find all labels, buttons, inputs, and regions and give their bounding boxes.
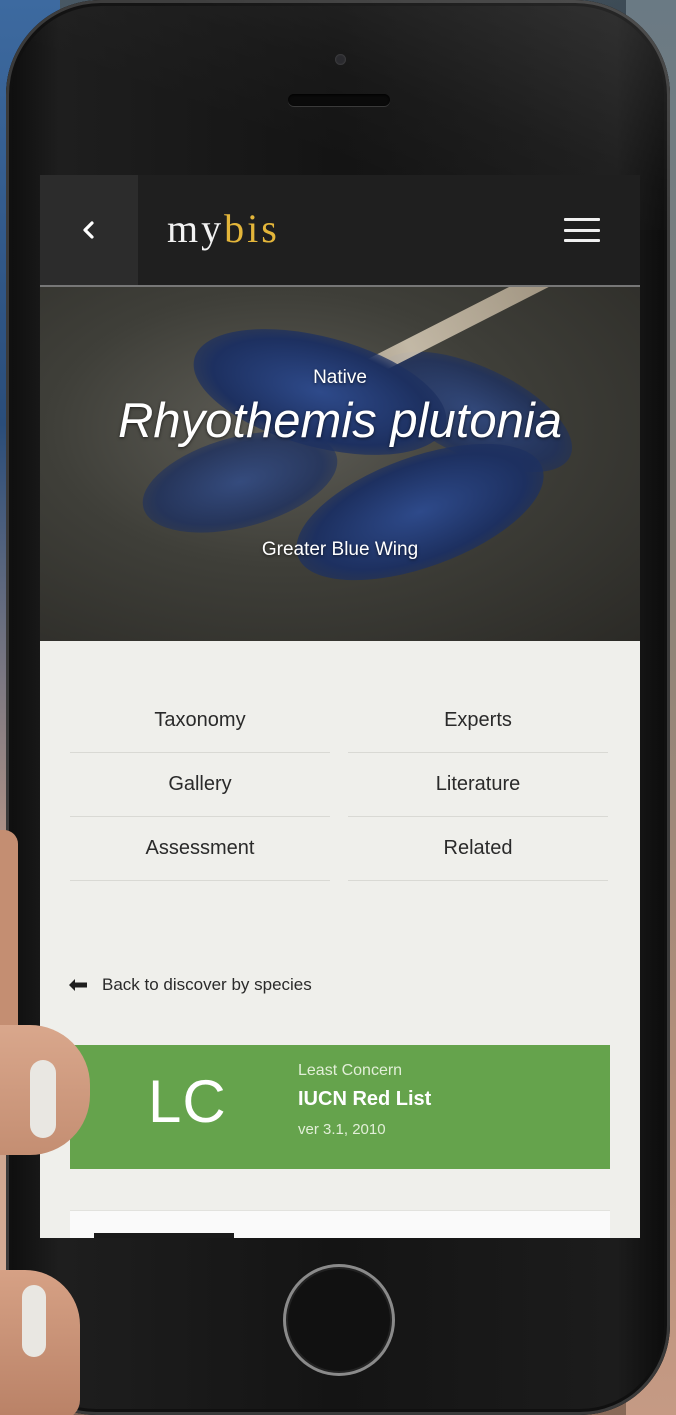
back-link-label: Back to discover by species <box>102 975 312 994</box>
front-camera <box>335 54 346 65</box>
conservation-status-card[interactable]: LC Least Concern IUCN Red List ver 3.1, … <box>70 1045 610 1169</box>
chevron-left-icon <box>83 221 94 239</box>
logo-prefix: my <box>167 206 225 251</box>
menu-line <box>564 239 600 242</box>
status-version: ver 3.1, 2010 <box>298 1121 386 1138</box>
home-button[interactable] <box>283 1264 395 1376</box>
menu-line <box>564 228 600 232</box>
fingernail <box>30 1060 56 1138</box>
back-button[interactable] <box>40 175 138 285</box>
section-heading-cutoff <box>94 1233 234 1238</box>
menu-line <box>564 218 600 221</box>
nav-literature[interactable]: Literature <box>348 753 608 817</box>
nav-taxonomy[interactable]: Taxonomy <box>70 689 330 753</box>
nav-gallery[interactable]: Gallery <box>70 753 330 817</box>
top-navigation-bar: mybis <box>40 175 640 287</box>
back-to-discover-link[interactable]: Back to discover by species <box>68 970 312 1000</box>
next-section-card <box>70 1210 610 1238</box>
species-status: Native <box>313 367 367 388</box>
arrow-left-icon <box>69 979 87 991</box>
logo-accent: bis <box>224 206 280 251</box>
status-category: Least Concern <box>298 1062 403 1079</box>
app-logo[interactable]: mybis <box>167 205 280 252</box>
hero-text: Native Rhyothemis plutonia Greater Blue … <box>40 287 640 641</box>
nav-related[interactable]: Related <box>348 817 608 881</box>
phone-screen: mybis Native Rhyothemis plutonia Greater… <box>40 175 640 1238</box>
species-hero: Native Rhyothemis plutonia Greater Blue … <box>40 287 640 641</box>
hamburger-menu-icon[interactable] <box>560 212 604 248</box>
scientific-name: Rhyothemis plutonia <box>118 394 562 448</box>
earpiece-speaker <box>288 94 390 106</box>
common-name: Greater Blue Wing <box>261 539 419 560</box>
nav-experts[interactable]: Experts <box>348 689 608 753</box>
status-code: LC <box>148 1068 227 1135</box>
status-list-name: IUCN Red List <box>298 1088 432 1110</box>
fingernail <box>22 1285 46 1357</box>
nav-assessment[interactable]: Assessment <box>70 817 330 881</box>
